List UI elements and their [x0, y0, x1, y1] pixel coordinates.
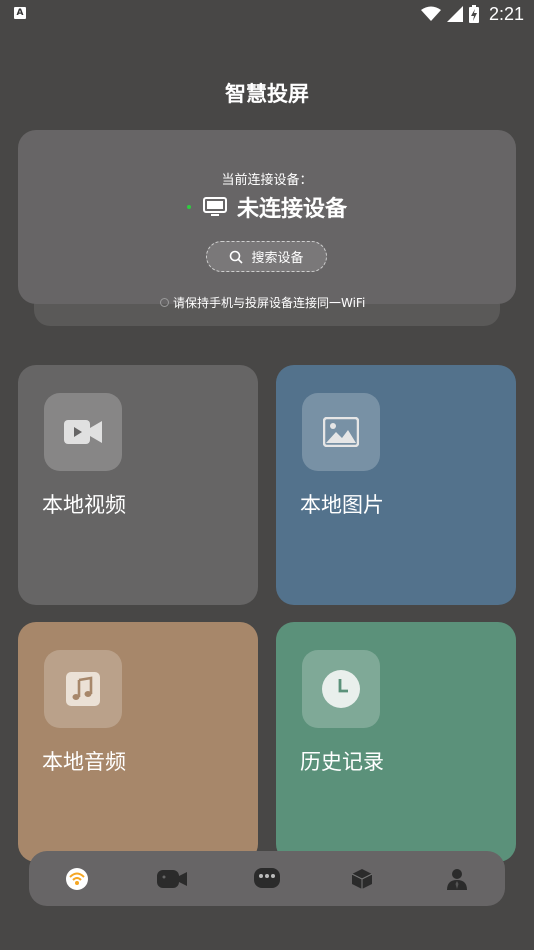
tile-local-audio[interactable]: 本地音频	[18, 622, 258, 862]
wifi-icon	[420, 6, 441, 21]
wifi-hint-text: 请保持手机与投屏设备连接同一WiFi	[173, 295, 366, 310]
device-card: 当前连接设备： 未连接设备 搜索设备	[18, 130, 516, 304]
signal-icon	[446, 6, 463, 22]
status-dot	[186, 205, 191, 209]
device-status-text: 未连接设备	[236, 197, 347, 222]
camera-icon	[156, 869, 187, 888]
search-device-button[interactable]: 搜索设备	[206, 241, 327, 272]
hint-icon	[160, 297, 169, 307]
chat-icon	[253, 867, 280, 888]
tile-label: 本地图片	[300, 493, 384, 517]
status-icons: 2:21	[420, 3, 524, 25]
nav-item-profile[interactable]	[437, 859, 477, 899]
search-device-label: 搜索设备	[251, 251, 304, 266]
search-icon	[230, 250, 244, 264]
status-bar: A 2:21	[0, 0, 534, 28]
current-device-label: 当前连接设备：	[221, 173, 313, 188]
box-icon	[351, 868, 373, 889]
device-status-row: 未连接设备	[18, 192, 516, 222]
profile-icon	[447, 868, 468, 890]
tile-label: 本地音频	[42, 750, 126, 774]
tile-label: 本地视频	[42, 493, 126, 517]
clock-icon	[302, 650, 380, 728]
nav-item-chat[interactable]	[247, 859, 287, 899]
nav-item-box[interactable]	[342, 859, 382, 899]
tile-label: 历史记录	[300, 750, 384, 774]
app-notification-icon: A	[14, 7, 26, 19]
music-icon	[44, 650, 122, 728]
tile-history[interactable]: 历史记录	[276, 622, 516, 862]
cast-icon	[65, 867, 88, 890]
monitor-icon	[202, 197, 227, 217]
bottom-nav	[29, 851, 505, 906]
image-icon	[302, 393, 380, 471]
video-icon	[44, 393, 122, 471]
battery-charging-icon	[468, 5, 479, 23]
wifi-hint: 请保持手机与投屏设备连接同一WiFi	[160, 293, 365, 311]
tile-local-video[interactable]: 本地视频	[18, 365, 258, 605]
status-time: 2:21	[488, 3, 524, 24]
nav-item-camera[interactable]	[152, 859, 192, 899]
tile-local-image[interactable]: 本地图片	[276, 365, 516, 605]
page-title: 智慧投屏	[225, 82, 309, 106]
nav-item-cast[interactable]	[57, 859, 97, 899]
